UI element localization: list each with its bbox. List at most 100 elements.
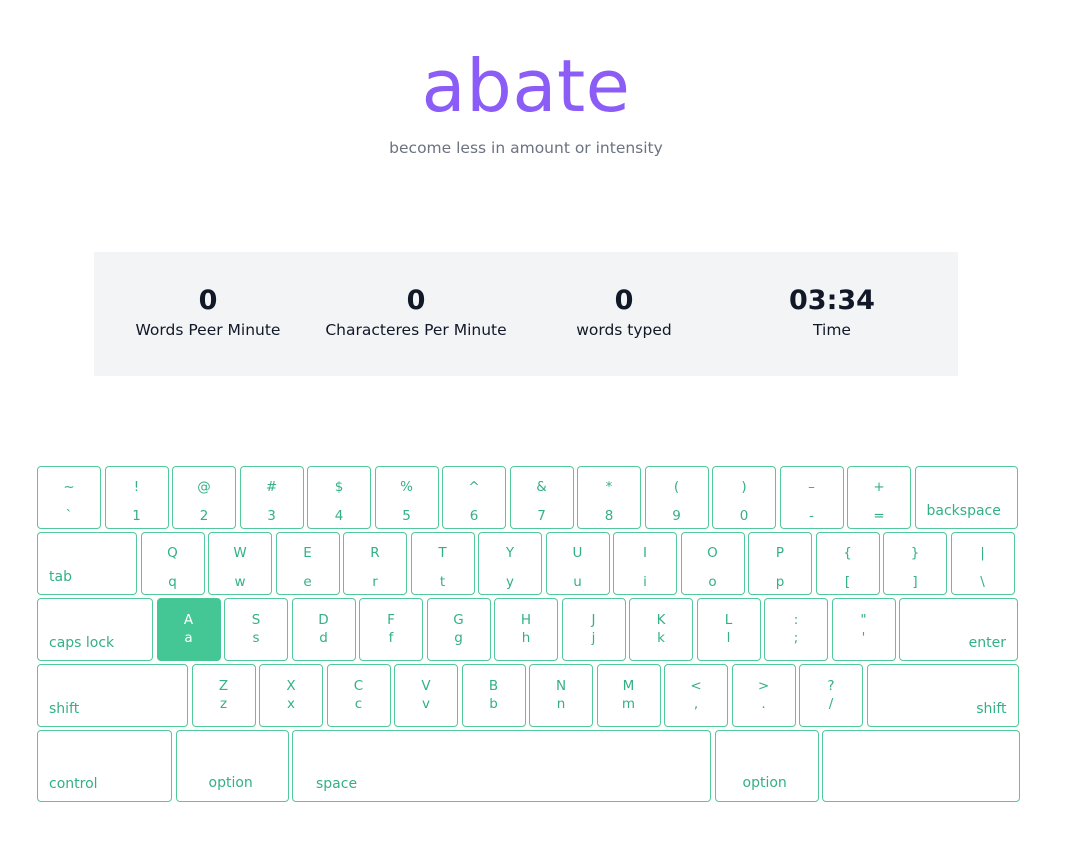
key-label: enter: [968, 634, 1006, 651]
key-y[interactable]: Yy: [478, 532, 542, 595]
key-label: backspace: [926, 502, 1001, 519]
key-shift-right[interactable]: shift: [866, 664, 1019, 727]
key-f[interactable]: Ff: [359, 598, 423, 661]
key-[[interactable]: {[: [815, 532, 880, 595]
key-char: k: [657, 630, 665, 646]
key-/[interactable]: ? /: [799, 664, 863, 727]
key-shift-char: I: [643, 545, 647, 561]
key-7[interactable]: & 7: [509, 466, 574, 529]
key-l[interactable]: Ll: [696, 598, 761, 661]
key-9[interactable]: (9: [644, 466, 709, 529]
key-backspace[interactable]: backspace: [914, 466, 1018, 529]
key-char: /: [828, 696, 834, 712]
key-'[interactable]: " ': [831, 598, 896, 661]
key-blank[interactable]: [822, 730, 1020, 802]
key-k[interactable]: Kk: [629, 598, 693, 661]
key-j[interactable]: Jj: [561, 598, 626, 661]
key-shift-char: –: [808, 479, 815, 495]
stat-time: 03:34 Time: [728, 252, 936, 376]
key-label: option: [208, 775, 253, 791]
key-option-left[interactable]: option: [175, 730, 289, 802]
key-tab[interactable]: tab: [37, 532, 137, 595]
key-b[interactable]: Bb: [461, 664, 526, 727]
key-s[interactable]: Ss: [224, 598, 288, 661]
key-shift-left[interactable]: shift: [37, 664, 188, 727]
word-title: abate: [421, 44, 631, 128]
key-r[interactable]: Rr: [343, 532, 407, 595]
key-char: l: [726, 630, 731, 646]
key-a[interactable]: Aa: [156, 598, 221, 661]
key-u[interactable]: Uu: [545, 532, 610, 595]
key-t[interactable]: Tt: [410, 532, 475, 595]
key-v[interactable]: Vv: [394, 664, 458, 727]
key-o[interactable]: Oo: [680, 532, 745, 595]
key-char: q: [168, 574, 177, 590]
key-char: 4: [334, 508, 344, 524]
key-c[interactable]: Cc: [326, 664, 391, 727]
stat-value: 0: [198, 285, 218, 316]
key-shift-char: T: [438, 545, 447, 561]
key-2[interactable]: @2: [172, 466, 236, 529]
key-char: y: [506, 574, 514, 590]
key-label: shift: [49, 700, 80, 717]
stat-value: 03:34: [789, 285, 875, 316]
key-char: ]: [912, 574, 918, 590]
key-space[interactable]: space: [292, 730, 711, 802]
key-w[interactable]: Ww: [208, 532, 272, 595]
key-shift-char: F: [387, 612, 395, 628]
key-shift-char: R: [370, 545, 380, 561]
key-char: h: [521, 630, 531, 646]
key-1[interactable]: ! 1: [104, 466, 169, 529]
key-char: v: [422, 696, 430, 712]
key-m[interactable]: Mm: [596, 664, 661, 727]
stat-cpm: 0 Characteres Per Minute: [312, 252, 520, 376]
key-3[interactable]: #3: [239, 466, 304, 529]
key-option-right[interactable]: option: [714, 730, 819, 802]
key-shift-char: ^: [468, 479, 480, 495]
key-.[interactable]: >.: [731, 664, 796, 727]
key-char: u: [573, 574, 582, 590]
key-caps-lock[interactable]: caps lock: [37, 598, 153, 661]
key-char: -: [809, 508, 814, 524]
key-0[interactable]: ) 0: [712, 466, 776, 529]
key-char: 0: [739, 508, 749, 524]
key-enter[interactable]: enter: [899, 598, 1018, 661]
key-4[interactable]: $4: [307, 466, 371, 529]
key-i[interactable]: Ii: [613, 532, 677, 595]
key-z[interactable]: Zz: [191, 664, 256, 727]
stat-label: words typed: [576, 321, 672, 339]
key-char: r: [372, 574, 378, 590]
key-`[interactable]: ~ `: [37, 466, 101, 529]
stat-value: 0: [614, 285, 634, 316]
key-shift-char: C: [353, 678, 364, 694]
key--[interactable]: – -: [779, 466, 844, 529]
key-x[interactable]: Xx: [259, 664, 323, 727]
key-shift-char: B: [488, 678, 499, 694]
keyboard-row-3: caps lock Aa Ss Dd Ff Gg Hh Jj Kk Ll:; " ' enter: [37, 598, 1022, 661]
key-char: ': [861, 630, 866, 646]
key-=[interactable]: + =: [847, 466, 911, 529]
key-p[interactable]: Pp: [748, 532, 812, 595]
key-e[interactable]: Ee: [275, 532, 340, 595]
stat-words-typed: 0 words typed: [520, 252, 728, 376]
key-8[interactable]: * 8: [577, 466, 641, 529]
key-g[interactable]: Gg: [426, 598, 491, 661]
letter-keys-top: Qq Ww Ee Rr Tt Yy Uu Ii Oo Pp{[}] | \: [140, 532, 1019, 595]
key-shift-char: U: [572, 545, 583, 561]
key-n[interactable]: Nn: [529, 664, 593, 727]
key-char: =: [873, 508, 885, 524]
key-,[interactable]: <,: [664, 664, 728, 727]
key-\[interactable]: | \: [950, 532, 1015, 595]
key-5[interactable]: % 5: [374, 466, 439, 529]
key-d[interactable]: Dd: [291, 598, 356, 661]
key-char: 9: [672, 508, 681, 524]
key-control[interactable]: control: [37, 730, 172, 802]
key-][interactable]: }]: [883, 532, 947, 595]
key-h[interactable]: Hh: [494, 598, 558, 661]
key-char: c: [354, 696, 363, 712]
key-char: ;: [793, 630, 799, 646]
key-q[interactable]: Qq: [140, 532, 205, 595]
key-shift-char: M: [622, 678, 635, 694]
key-;[interactable]: :;: [764, 598, 828, 661]
key-6[interactable]: ^ 6: [442, 466, 506, 529]
